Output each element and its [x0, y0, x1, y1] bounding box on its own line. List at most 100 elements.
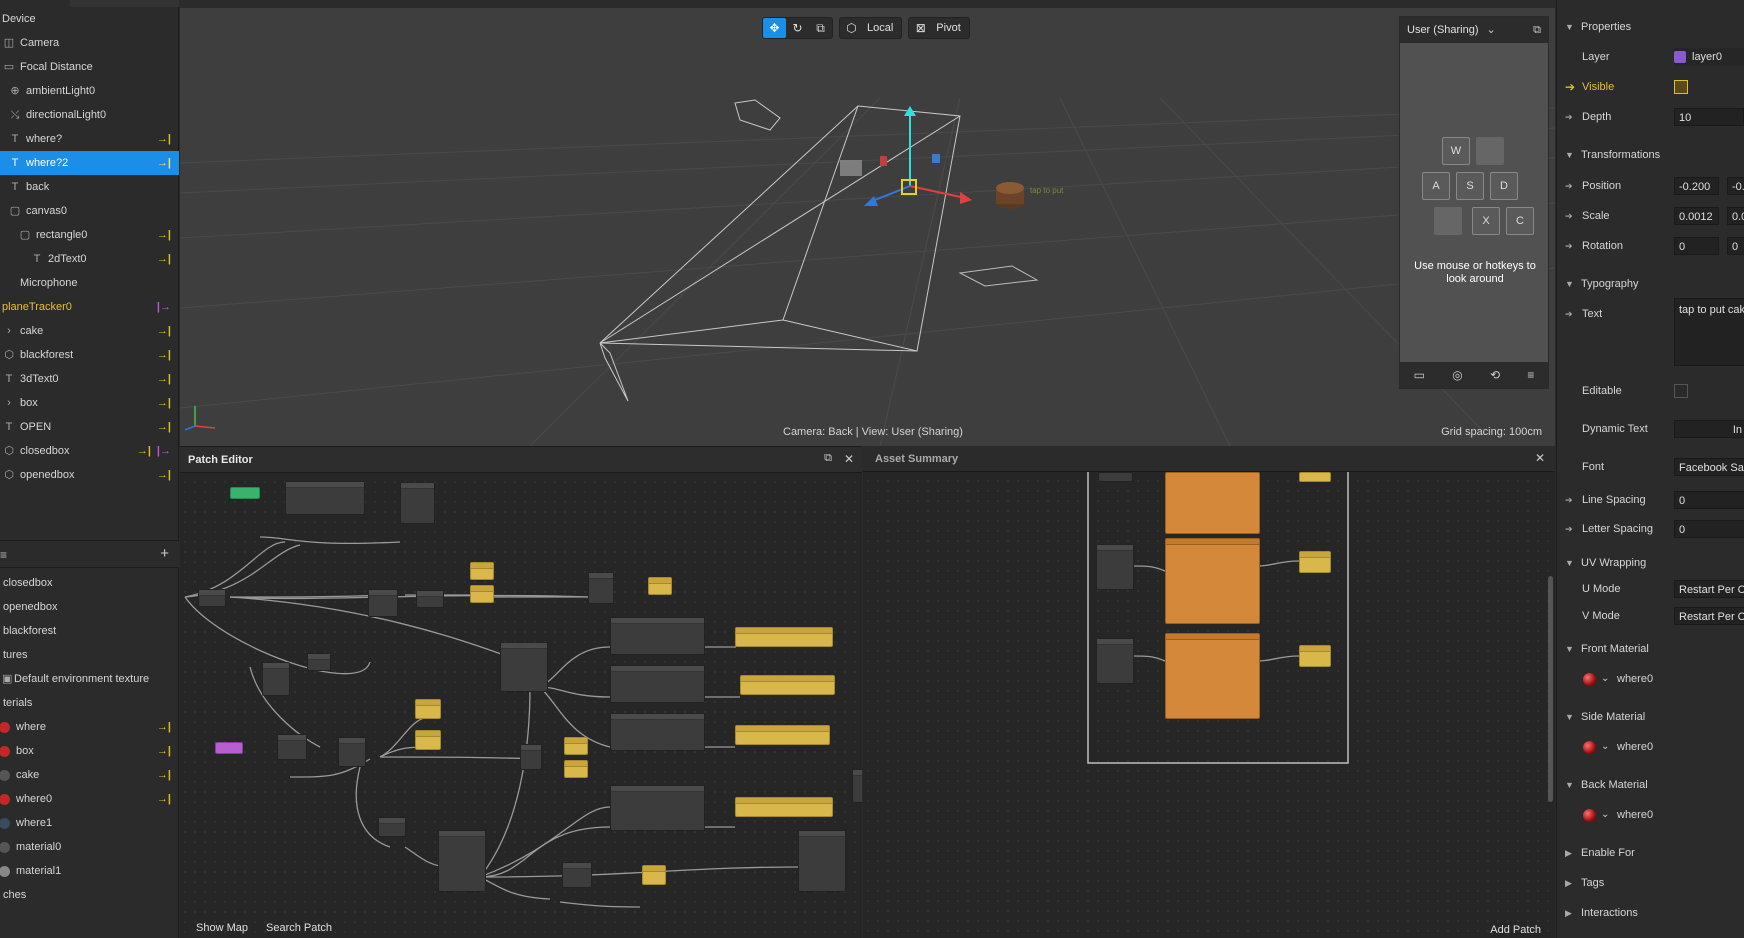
section-uv-wrapping[interactable]: ▼ UV Wrapping — [1557, 551, 1744, 575]
scene-item-ambientlight0[interactable]: ⊕ ambientLight0 — [0, 79, 179, 103]
scene-item-box[interactable]: › box →| — [0, 391, 179, 415]
scene-item-focal-distance[interactable]: ▭ Focal Distance — [0, 55, 179, 79]
pop-out-icon[interactable]: ⧉ — [824, 452, 832, 465]
scene-item-3dtext0[interactable]: T 3dText0 →| — [0, 367, 179, 391]
patch-link-icon[interactable]: →| — [157, 739, 171, 763]
scene-item-closedbox[interactable]: ⬡ closedbox →| |→ — [0, 439, 179, 463]
asset-node[interactable] — [1096, 638, 1134, 684]
asset-item-ches[interactable]: ches — [0, 883, 179, 907]
key-a[interactable]: A — [1422, 172, 1450, 200]
side-material-select[interactable]: where0 — [1617, 735, 1653, 759]
asset-item-where0[interactable]: where0 →| — [0, 787, 179, 811]
patch-node[interactable] — [215, 742, 243, 754]
position-x-field[interactable]: -0.200 — [1674, 177, 1719, 195]
patch-link-icon[interactable]: →| — [157, 787, 171, 811]
asset-item-closedbox[interactable]: closedbox — [0, 571, 179, 595]
section-properties[interactable]: ▼ Properties — [1557, 15, 1744, 39]
add-asset-button[interactable]: + — [160, 545, 169, 562]
dynamic-text-select[interactable]: In — [1674, 420, 1744, 438]
scene-item-canvas0[interactable]: ▢ canvas0 — [0, 199, 179, 223]
assets-menu-icon[interactable]: ≡ — [0, 548, 7, 562]
patch-node[interactable] — [198, 589, 226, 607]
rotation-y-field[interactable]: 0 — [1727, 237, 1744, 255]
patch-link-icon[interactable]: →| — [157, 127, 171, 151]
section-typography[interactable]: ▼ Typography — [1557, 272, 1744, 296]
patch-node[interactable] — [740, 675, 835, 695]
patch-node[interactable] — [338, 737, 366, 767]
patch-node[interactable] — [415, 699, 441, 719]
asset-scrollbar[interactable] — [1548, 576, 1553, 802]
asset-item-box[interactable]: box →| — [0, 739, 179, 763]
scene-item-camera[interactable]: ◫ Camera — [0, 31, 179, 55]
scene-item-where-[interactable]: Twhere? →| — [0, 127, 179, 151]
scene-item-openedbox[interactable]: ⬡ openedbox →| — [0, 463, 179, 487]
patch-node[interactable] — [520, 744, 542, 770]
scene-item-back[interactable]: Tback — [0, 175, 179, 199]
screenshot-icon[interactable]: ◎ — [1452, 368, 1462, 382]
asset-node[interactable] — [1098, 472, 1133, 482]
patch-node[interactable] — [285, 481, 365, 515]
patch-node[interactable] — [564, 760, 588, 778]
scale-x-field[interactable]: 0.0012 — [1674, 207, 1719, 225]
patch-link-icon[interactable]: →| — [157, 715, 171, 739]
plane-tracker-node[interactable] — [230, 487, 260, 499]
patch-node[interactable] — [500, 642, 548, 692]
patch-node[interactable] — [610, 785, 705, 831]
patch-node[interactable] — [610, 713, 705, 751]
add-patch-button[interactable]: Add Patch — [1490, 924, 1541, 936]
scene-viewport-canvas[interactable]: tap to put — [180, 8, 1555, 446]
section-back-material[interactable]: ▼ Back Material — [1557, 773, 1744, 797]
patch-node[interactable] — [378, 817, 406, 837]
scene-item-rectangle0[interactable]: ▢ rectangle0 →| — [0, 223, 179, 247]
patch-link-icon[interactable]: →| — [157, 391, 171, 415]
asset-item-cake[interactable]: cake →| — [0, 763, 179, 787]
patch-node[interactable] — [307, 653, 331, 671]
asset-item-terials[interactable]: terials — [0, 691, 179, 715]
patch-node[interactable] — [562, 862, 592, 888]
visible-checkbox[interactable] — [1674, 80, 1688, 94]
keyframe-arrow-icon[interactable]: ➔ — [1565, 105, 1573, 129]
asset-item-openedbox[interactable]: openedbox — [0, 595, 179, 619]
patch-link-icon[interactable]: →| — [157, 343, 171, 367]
patch-link-icon[interactable]: →| — [157, 151, 171, 175]
simulator-preview[interactable]: User (Sharing) ⌄ ⧉ W A S D X C Use mouse … — [1399, 16, 1549, 389]
patch-node[interactable] — [277, 734, 307, 760]
viewport[interactable]: tap to put ✥ ↻ ⧉ ⬡ Local ⊠ Pivot User (S… — [180, 8, 1555, 446]
scene-item-directionallight0[interactable]: ⤯ directionalLight0 — [0, 103, 179, 127]
patch-node[interactable] — [648, 577, 672, 595]
asset-node[interactable] — [1165, 472, 1260, 534]
patch-link-icon[interactable]: |→ — [157, 439, 171, 463]
position-y-field[interactable]: -0. — [1727, 177, 1744, 195]
patch-link-icon[interactable]: →| — [157, 763, 171, 787]
keyframe-arrow-icon[interactable]: ➔ — [1565, 234, 1573, 258]
asset-item-tures[interactable]: tures — [0, 643, 179, 667]
keyframe-arrow-icon[interactable]: ➔ — [1565, 174, 1573, 198]
asset-node[interactable] — [1299, 645, 1331, 667]
patch-node[interactable] — [642, 865, 666, 885]
patch-node[interactable] — [470, 562, 494, 580]
asset-node[interactable] — [1299, 472, 1331, 482]
chevron-down-icon[interactable]: ⌄ — [1601, 803, 1609, 827]
patch-link-icon[interactable]: →| — [157, 367, 171, 391]
menu-icon[interactable]: ≡ — [1527, 368, 1534, 382]
layer-select[interactable]: layer0 — [1674, 48, 1744, 66]
scene-item-cake[interactable]: › cake →| — [0, 319, 179, 343]
back-material-select[interactable]: where0 — [1617, 803, 1653, 827]
asset-node[interactable] — [1165, 633, 1260, 719]
asset-item-where[interactable]: where →| — [0, 715, 179, 739]
patch-node[interactable] — [852, 769, 862, 803]
key-x[interactable]: X — [1472, 207, 1500, 235]
keyframe-arrow-icon[interactable]: ➔ — [1565, 517, 1573, 541]
patch-node[interactable] — [470, 585, 494, 603]
patch-node[interactable] — [735, 725, 830, 745]
patch-node[interactable] — [416, 590, 444, 608]
asset-summary[interactable]: Asset Summary ✕ Add Patch — [863, 446, 1555, 938]
section-transformations[interactable]: ▼ Transformations — [1557, 143, 1744, 167]
patch-editor[interactable]: Patch Editor ⧉ ✕ Show Map Search Patch — [180, 446, 862, 938]
patch-node[interactable] — [400, 482, 435, 524]
video-camera-icon[interactable]: ▭ — [1414, 368, 1425, 382]
patch-link-icon[interactable]: →| — [157, 223, 171, 247]
chevron-down-icon[interactable]: ⌄ — [1601, 735, 1609, 759]
patch-node[interactable] — [438, 830, 486, 892]
section-enable-for[interactable]: ▶ Enable For — [1557, 841, 1744, 865]
